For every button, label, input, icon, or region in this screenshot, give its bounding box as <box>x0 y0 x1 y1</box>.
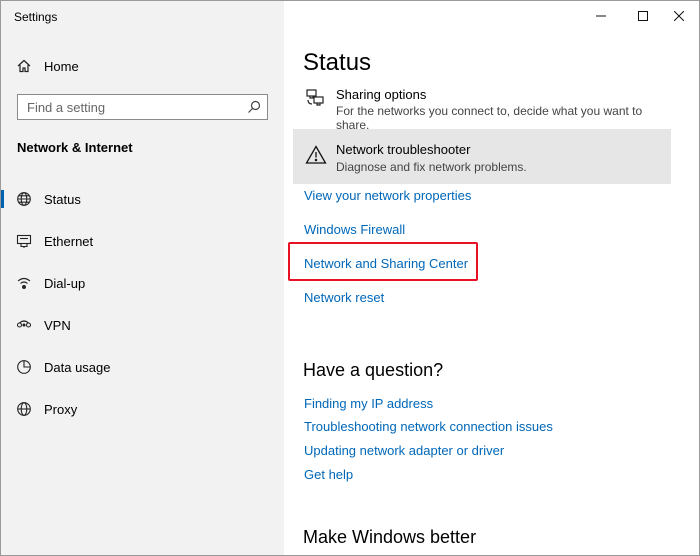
sidebar-item-label: Dial-up <box>44 275 86 291</box>
network-troubleshooter-item[interactable]: Network troubleshooter Diagnose and fix … <box>293 129 671 184</box>
dial-up-icon <box>16 275 32 291</box>
finding-ip-address-link[interactable]: Finding my IP address <box>304 396 433 411</box>
page-title: Status <box>303 49 372 76</box>
find-setting-search[interactable] <box>17 94 268 120</box>
sharing-options-icon <box>305 86 327 108</box>
sharing-options-title: Sharing options <box>336 87 427 102</box>
sidebar-item-label: Proxy <box>44 401 78 417</box>
maximize-icon <box>638 11 648 21</box>
globe-network-icon <box>16 191 32 207</box>
windows-firewall-link[interactable]: Windows Firewall <box>304 222 405 237</box>
make-windows-better-heading: Make Windows better <box>303 527 477 547</box>
proxy-globe-icon <box>16 401 32 417</box>
troubleshooter-desc: Diagnose and fix network problems. <box>336 160 527 174</box>
ethernet-icon <box>16 233 32 249</box>
sidebar-item-label: VPN <box>44 317 71 333</box>
warning-triangle-icon <box>305 144 327 166</box>
sidebar: Settings Home Network & Internet <box>1 1 284 555</box>
close-button[interactable] <box>659 5 699 27</box>
sidebar-item-dial-up[interactable]: Dial-up <box>1 265 284 301</box>
home-icon <box>16 58 32 74</box>
troubleshooter-title: Network troubleshooter <box>336 142 471 157</box>
view-network-properties-link[interactable]: View your network properties <box>304 188 471 203</box>
sidebar-item-vpn[interactable]: VPN <box>1 307 284 343</box>
home-label: Home <box>44 58 79 74</box>
have-a-question-heading: Have a question? <box>303 360 444 380</box>
search-input[interactable] <box>27 99 242 115</box>
sidebar-item-ethernet[interactable]: Ethernet <box>1 223 284 259</box>
sidebar-item-status[interactable]: Status <box>1 181 284 217</box>
maximize-button[interactable] <box>623 5 663 27</box>
updating-adapter-link[interactable]: Updating network adapter or driver <box>304 443 504 458</box>
troubleshooting-connection-link[interactable]: Troubleshooting network connection issue… <box>304 419 553 434</box>
minimize-icon <box>596 11 606 21</box>
sharing-options-desc: For the networks you connect to, decide … <box>336 104 643 132</box>
home-nav-item[interactable]: Home <box>1 48 284 84</box>
window-title: Settings <box>14 10 58 24</box>
sidebar-item-label: Data usage <box>44 359 111 375</box>
search-icon <box>247 100 261 119</box>
sidebar-item-label: Status <box>44 191 81 207</box>
settings-window: Settings Home Network & Internet <box>0 0 700 556</box>
network-reset-link[interactable]: Network reset <box>304 290 384 305</box>
sidebar-item-label: Ethernet <box>44 233 94 249</box>
sharing-options-item[interactable]: Sharing options For the networks you con… <box>297 83 671 132</box>
get-help-link[interactable]: Get help <box>304 467 353 482</box>
sidebar-item-proxy[interactable]: Proxy <box>1 391 284 427</box>
minimize-button[interactable] <box>581 5 621 27</box>
close-icon <box>674 11 684 21</box>
data-usage-icon <box>16 359 32 375</box>
section-header: Network & Internet <box>17 140 133 155</box>
sidebar-item-data-usage[interactable]: Data usage <box>1 349 284 385</box>
vpn-icon <box>16 317 32 333</box>
highlight-box <box>288 242 478 281</box>
